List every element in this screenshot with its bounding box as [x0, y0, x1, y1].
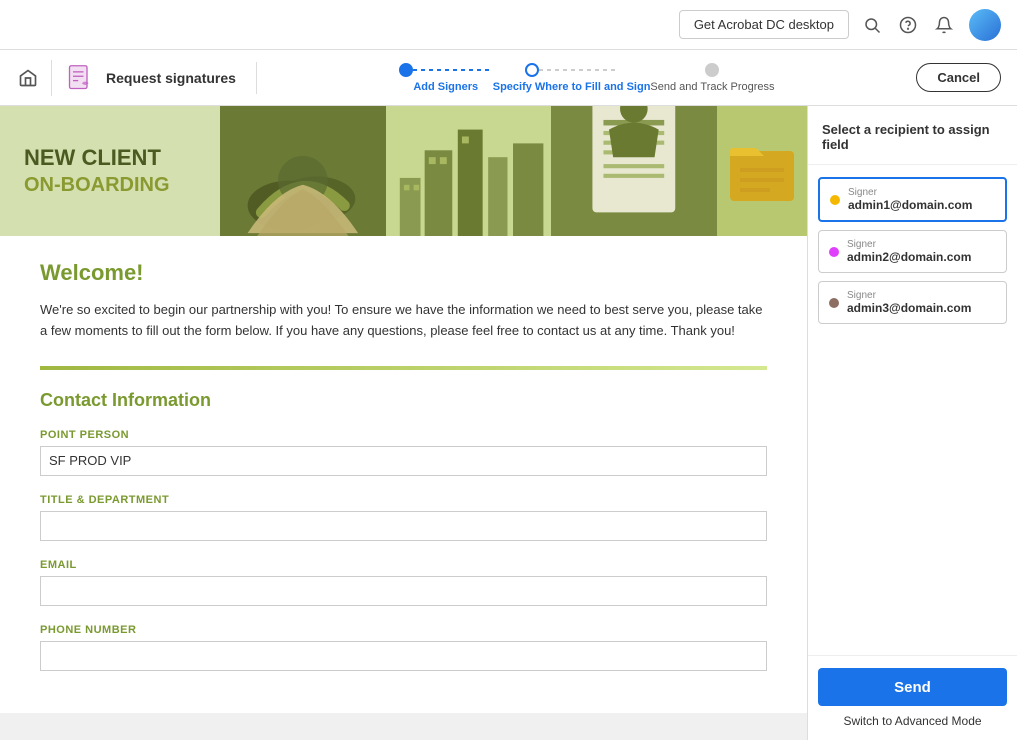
document-area[interactable]: NEW CLIENT ON-BOARDING	[0, 106, 807, 740]
home-button[interactable]	[16, 60, 52, 96]
banner-folder	[717, 106, 807, 236]
right-panel-title: Select a recipient to assign field	[808, 106, 1017, 165]
signer-email-1: admin1@domain.com	[848, 198, 972, 212]
step3-label: Send and Track Progress	[650, 81, 774, 93]
signer-info-3: Signer admin3@domain.com	[847, 290, 971, 315]
signer-dot-2	[829, 247, 839, 257]
signer-item-3[interactable]: Signer admin3@domain.com	[818, 281, 1007, 324]
field-label-title-dept: TITLE & DEPARTMENT	[40, 494, 767, 506]
signer-info-1: Signer admin1@domain.com	[848, 187, 972, 212]
main-layout: NEW CLIENT ON-BOARDING	[0, 106, 1017, 740]
signer-dot-1	[830, 195, 840, 205]
cancel-button[interactable]: Cancel	[916, 63, 1001, 92]
request-signatures-label: Request signatures	[106, 70, 236, 86]
avatar[interactable]	[969, 9, 1001, 41]
signer-role-3: Signer	[847, 290, 971, 301]
banner-images	[220, 106, 807, 236]
step2-line	[539, 69, 619, 71]
step2-dot	[525, 63, 539, 77]
field-group-email: EMAIL	[40, 559, 767, 606]
step1-label: Add Signers	[413, 81, 478, 93]
request-signatures-icon	[64, 62, 96, 94]
signer-item-2[interactable]: Signer admin2@domain.com	[818, 230, 1007, 273]
banner-document	[551, 106, 717, 236]
signer-dot-3	[829, 298, 839, 308]
banner-title-line1: NEW CLIENT	[24, 145, 196, 171]
document-content: NEW CLIENT ON-BOARDING	[0, 106, 807, 713]
field-input-title-dept[interactable]	[40, 511, 767, 541]
advanced-mode-link[interactable]: Switch to Advanced Mode	[818, 714, 1007, 728]
banner-title-line2: ON-BOARDING	[24, 174, 196, 197]
right-panel: Select a recipient to assign field Signe…	[807, 106, 1017, 740]
document-body: Welcome! We're so excited to begin our p…	[0, 236, 807, 713]
step-add-signers: Add Signers	[399, 63, 493, 93]
field-input-point-person[interactable]	[40, 446, 767, 476]
section-divider	[40, 366, 767, 370]
signer-email-2: admin2@domain.com	[847, 250, 971, 264]
banner-handshake	[220, 106, 386, 236]
panel-bottom: Send Switch to Advanced Mode	[808, 655, 1017, 740]
field-input-email[interactable]	[40, 576, 767, 606]
field-label-phone: PHONE NUMBER	[40, 624, 767, 636]
bell-icon[interactable]	[933, 14, 955, 36]
field-label-point-person: POINT PERSON	[40, 429, 767, 441]
step1-line	[413, 69, 493, 71]
help-icon[interactable]	[897, 14, 919, 36]
search-icon[interactable]	[861, 14, 883, 36]
request-signatures-section: Request signatures	[64, 62, 257, 94]
signer-role-1: Signer	[848, 187, 972, 198]
signers-list: Signer admin1@domain.com Signer admin2@d…	[808, 165, 1017, 655]
step2-label: Specify Where to Fill and Sign	[493, 81, 651, 93]
step3-dot	[705, 63, 719, 77]
contact-section-title: Contact Information	[40, 390, 767, 411]
step-send: Send and Track Progress	[650, 63, 774, 93]
welcome-body: We're so excited to begin our partnershi…	[40, 300, 767, 342]
topbar-icons	[861, 9, 1001, 41]
signer-role-2: Signer	[847, 239, 971, 250]
signer-info-2: Signer admin2@domain.com	[847, 239, 971, 264]
send-button[interactable]: Send	[818, 668, 1007, 706]
banner-text: NEW CLIENT ON-BOARDING	[0, 106, 220, 236]
signer-item-1[interactable]: Signer admin1@domain.com	[818, 177, 1007, 222]
navbar: Request signatures Add Signers Specify W…	[0, 50, 1017, 106]
field-input-phone[interactable]	[40, 641, 767, 671]
welcome-heading: Welcome!	[40, 260, 767, 286]
field-group-point-person: POINT PERSON	[40, 429, 767, 476]
progress-steps: Add Signers Specify Where to Fill and Si…	[257, 63, 916, 93]
acrobat-desktop-button[interactable]: Get Acrobat DC desktop	[679, 10, 849, 39]
field-group-phone: PHONE NUMBER	[40, 624, 767, 671]
step1-dot	[399, 63, 413, 77]
field-group-title-dept: TITLE & DEPARTMENT	[40, 494, 767, 541]
step-specify: Specify Where to Fill and Sign	[493, 63, 651, 93]
field-label-email: EMAIL	[40, 559, 767, 571]
signer-email-3: admin3@domain.com	[847, 301, 971, 315]
document-banner: NEW CLIENT ON-BOARDING	[0, 106, 807, 236]
topbar: Get Acrobat DC desktop	[0, 0, 1017, 50]
banner-city	[386, 106, 552, 236]
